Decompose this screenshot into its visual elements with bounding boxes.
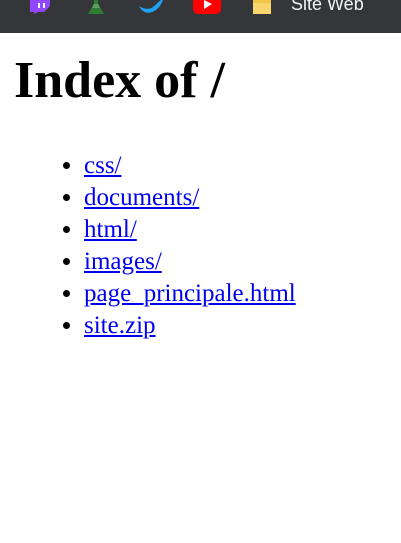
twitter-icon [138, 0, 164, 14]
bookmark-bottle[interactable] [85, 0, 107, 14]
bookmark-twitter[interactable] [138, 0, 164, 14]
list-item: site.zip [84, 310, 296, 342]
entry-link-documents[interactable]: documents/ [84, 184, 199, 211]
bookmark-folder-site-web[interactable]: Site Web [251, 0, 364, 14]
entry-link-site-zip[interactable]: site.zip [84, 312, 156, 339]
directory-listing: css/ documents/ html/ images/ page_princ… [44, 150, 296, 342]
entry-link-page-principale[interactable]: page_principale.html [84, 280, 296, 307]
bookmark-folder-label: Site Web [291, 0, 364, 14]
entry-link-images[interactable]: images/ [84, 248, 162, 275]
bookmark-twitch[interactable] [26, 0, 52, 14]
page-title: Index of / [14, 52, 225, 109]
list-item: page_principale.html [84, 278, 296, 310]
list-item: documents/ [84, 182, 296, 214]
folder-icon [251, 0, 273, 14]
bottle-icon [85, 0, 107, 14]
twitch-icon [26, 0, 52, 14]
entry-link-css[interactable]: css/ [84, 152, 122, 179]
list-item: images/ [84, 246, 296, 278]
list-item: html/ [84, 214, 296, 246]
bookmarks-bar: Site Web [0, 0, 401, 33]
list-item: css/ [84, 150, 296, 182]
bookmark-youtube[interactable] [192, 0, 222, 14]
youtube-icon [192, 0, 222, 14]
entry-link-html[interactable]: html/ [84, 216, 137, 243]
